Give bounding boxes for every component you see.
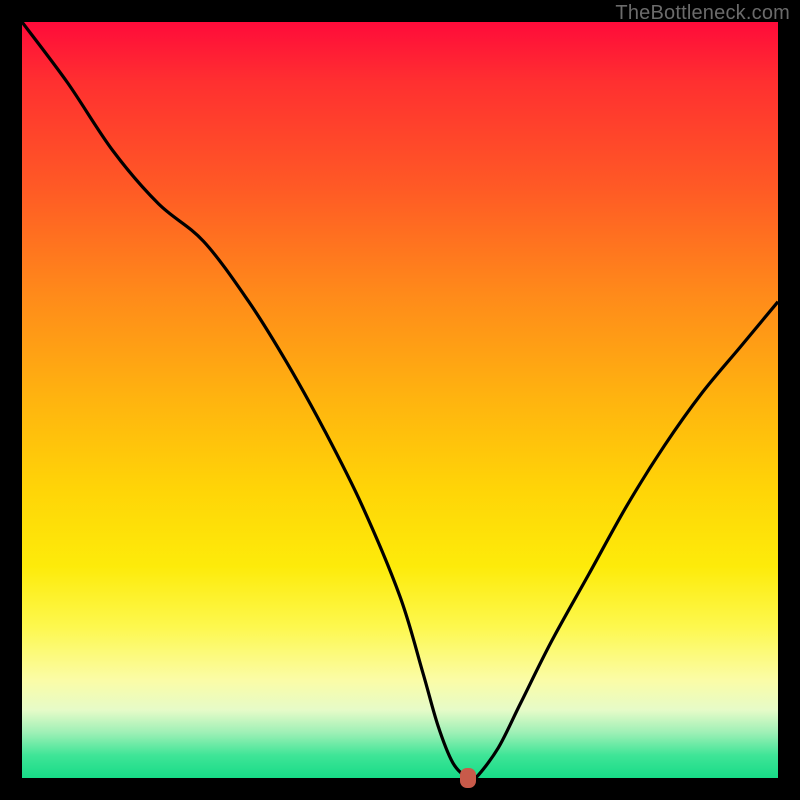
attribution-text: TheBottleneck.com — [615, 2, 790, 25]
chart-frame: TheBottleneck.com — [0, 0, 800, 800]
optimal-marker — [460, 768, 476, 788]
bottleneck-curve — [22, 22, 778, 778]
curve-path — [22, 22, 778, 778]
plot-area — [22, 22, 778, 778]
